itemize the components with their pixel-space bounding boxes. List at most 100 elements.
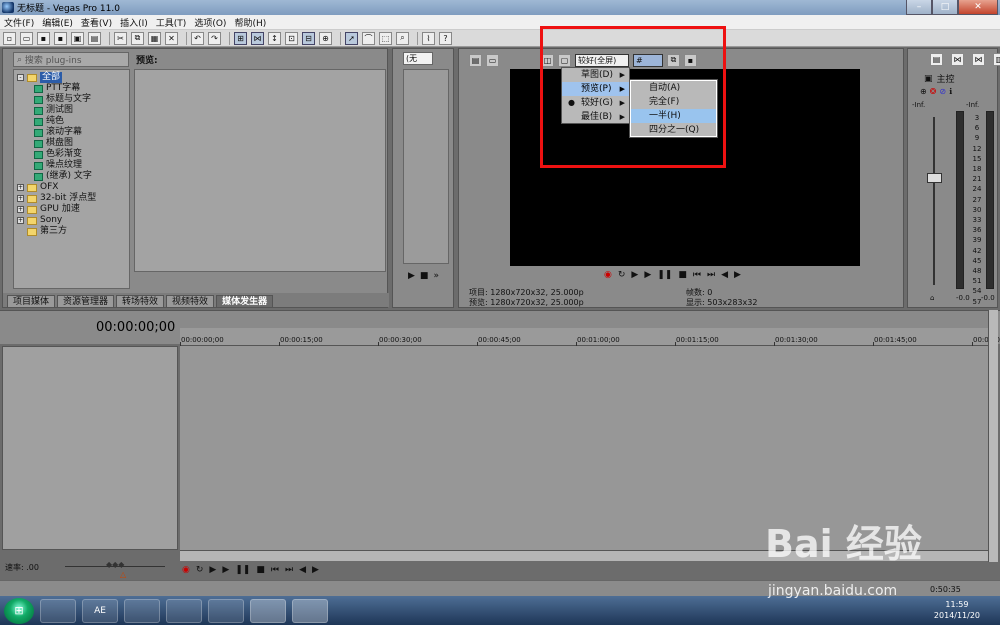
mute-icon[interactable]: ⊘ [939, 87, 946, 96]
fx-icon[interactable]: ⊕ [920, 87, 927, 96]
tab-project-media[interactable]: 项目媒体 [7, 295, 56, 307]
go-to-end-icon[interactable]: ⏭ [285, 565, 293, 575]
menu-file[interactable]: 文件(F) [4, 16, 34, 29]
volume-fader-handle[interactable] [927, 173, 942, 183]
prev-frame-icon[interactable]: ◀ [721, 270, 728, 280]
stop-icon[interactable]: ■ [256, 565, 265, 575]
go-to-start-icon[interactable]: ⏮ [693, 270, 701, 280]
play-icon[interactable]: ▶ [222, 565, 229, 575]
trimmer-media-select[interactable]: (无 [403, 52, 433, 65]
expand-icon[interactable]: + [17, 195, 24, 202]
downmix-icon[interactable]: ⋈ [951, 53, 964, 66]
auto-crossfade-icon[interactable]: ⋈ [251, 31, 264, 45]
tab-video-fx[interactable]: 视频特效 [166, 295, 215, 307]
save-as-icon[interactable]: ▪ [54, 31, 67, 45]
next-frame-icon[interactable]: ▶ [312, 565, 319, 575]
expand-icon[interactable]: + [17, 184, 24, 191]
save-icon[interactable]: ▪ [37, 31, 50, 45]
tab-transitions[interactable]: 转场特效 [116, 295, 165, 307]
cut-icon[interactable]: ✂ [114, 31, 127, 45]
go-to-end-icon[interactable]: ⏭ [707, 270, 715, 280]
prev-frame-icon[interactable]: ◀ [299, 565, 306, 575]
more-icon[interactable]: » [433, 271, 439, 281]
external-monitor-icon[interactable]: ▭ [486, 53, 499, 67]
tree-item[interactable]: 滚动字幕 [14, 127, 129, 138]
menu-help[interactable]: 帮助(H) [234, 16, 266, 29]
expand-icon[interactable]: + [17, 206, 24, 213]
play-icon[interactable]: ▶ [644, 270, 651, 280]
menu-options[interactable]: 选项(O) [194, 16, 226, 29]
help-icon[interactable]: ? [439, 31, 452, 45]
stop-icon[interactable]: ■ [420, 271, 429, 281]
selection-tool-icon[interactable]: ⬚ [379, 31, 392, 45]
rate-slider-handle[interactable]: ◆◆◆ [106, 560, 124, 569]
snap-icon[interactable]: ⊞ [234, 31, 247, 45]
taskbar-nvidia[interactable] [40, 598, 76, 623]
taskbar-app-open[interactable] [250, 598, 286, 623]
system-clock[interactable]: 11:59 2014/11/20 [934, 599, 980, 621]
collapse-icon[interactable]: - [17, 74, 24, 81]
taskbar-media-app[interactable] [124, 598, 160, 623]
open-icon[interactable]: ▭ [20, 31, 33, 45]
tree-item[interactable]: PTT字幕 [14, 83, 129, 94]
go-to-start-icon[interactable]: ⏮ [271, 565, 279, 575]
minimize-button[interactable]: – [906, 0, 932, 15]
tree-item[interactable]: 测试图 [14, 105, 129, 116]
tree-item[interactable]: + Sony [14, 215, 129, 226]
taskbar-explorer[interactable] [208, 598, 244, 623]
start-button[interactable]: ⊞ [4, 597, 34, 624]
new-icon[interactable]: ▫ [3, 31, 16, 45]
taskbar-after-effects[interactable]: AE [82, 598, 118, 623]
menu-tools[interactable]: 工具(T) [156, 16, 187, 29]
fx-chain-icon[interactable]: ❂ [930, 87, 937, 96]
lock-envelope-icon[interactable]: ⊡ [285, 31, 298, 45]
tree-item[interactable]: 棋盘图 [14, 138, 129, 149]
tab-media-generators[interactable]: 媒体发生器 [216, 295, 274, 307]
loop-icon[interactable]: ↻ [196, 565, 204, 575]
tree-item[interactable]: +32-bit 浮点型 [14, 193, 129, 204]
tree-item[interactable]: + GPU 加速 [14, 204, 129, 215]
lock-icon[interactable]: ⌂ [930, 294, 934, 302]
menu-view[interactable]: 查看(V) [81, 16, 112, 29]
tree-item[interactable]: 纯色 [14, 116, 129, 127]
maximize-button[interactable]: □ [932, 0, 958, 15]
taskbar-vegas[interactable] [292, 598, 328, 623]
timeline-ruler[interactable]: 00:00:00;00 00:00:15;00 00:00:30;00 00:00:4… [180, 328, 1000, 346]
tree-item[interactable]: 噪点纹理 [14, 160, 129, 171]
stop-icon[interactable]: ■ [678, 270, 687, 280]
pause-icon[interactable]: ❚❚ [235, 565, 250, 575]
paste-icon[interactable]: ▦ [148, 31, 161, 45]
mixer-view-icon[interactable]: ▥ [993, 53, 1000, 66]
play-from-start-icon[interactable]: ▶ [631, 270, 638, 280]
taskbar-app[interactable] [166, 598, 202, 623]
record-icon[interactable]: ◉ [182, 565, 190, 575]
play-icon[interactable]: ▶ [408, 271, 415, 281]
tree-item[interactable]: (继承) 文字 [14, 171, 129, 182]
tree-item[interactable]: - 全部 [14, 72, 129, 83]
copy-icon[interactable]: ⧉ [131, 31, 144, 45]
next-frame-icon[interactable]: ▶ [734, 270, 741, 280]
tree-item[interactable]: + OFX [14, 182, 129, 193]
info-icon[interactable]: ℹ [949, 87, 952, 96]
close-button[interactable]: ✕ [958, 0, 998, 15]
ignore-grouping-icon[interactable]: ⊟ [302, 31, 315, 45]
play-from-start-icon[interactable]: ▶ [209, 565, 216, 575]
menu-edit[interactable]: 编辑(E) [42, 16, 73, 29]
dim-icon[interactable]: ⋈ [972, 53, 985, 66]
preview-properties-icon[interactable]: ▤ [469, 53, 482, 67]
record-icon[interactable]: ◉ [604, 270, 612, 280]
vertical-scrollbar[interactable] [988, 310, 998, 562]
menu-insert[interactable]: 插入(I) [120, 16, 148, 29]
undo-icon[interactable]: ↶ [191, 31, 204, 45]
render-icon[interactable]: ▣ [71, 31, 84, 45]
tab-explorer[interactable]: 资源管理器 [57, 295, 115, 307]
tree-item[interactable]: 第三方 [14, 226, 129, 237]
expand-icon[interactable]: + [17, 217, 24, 224]
tree-item[interactable]: 色彩渐变 [14, 149, 129, 160]
loop-icon[interactable]: ↻ [618, 270, 626, 280]
split-icon[interactable]: ⌇ [422, 31, 435, 45]
plugin-search-input[interactable]: ⌕ 搜索 plug-ins [13, 52, 129, 67]
pause-icon[interactable]: ❚❚ [657, 270, 672, 280]
normal-edit-tool-icon[interactable]: ➚ [345, 31, 358, 45]
envelope-tool-icon[interactable]: ⌒ [362, 31, 375, 45]
